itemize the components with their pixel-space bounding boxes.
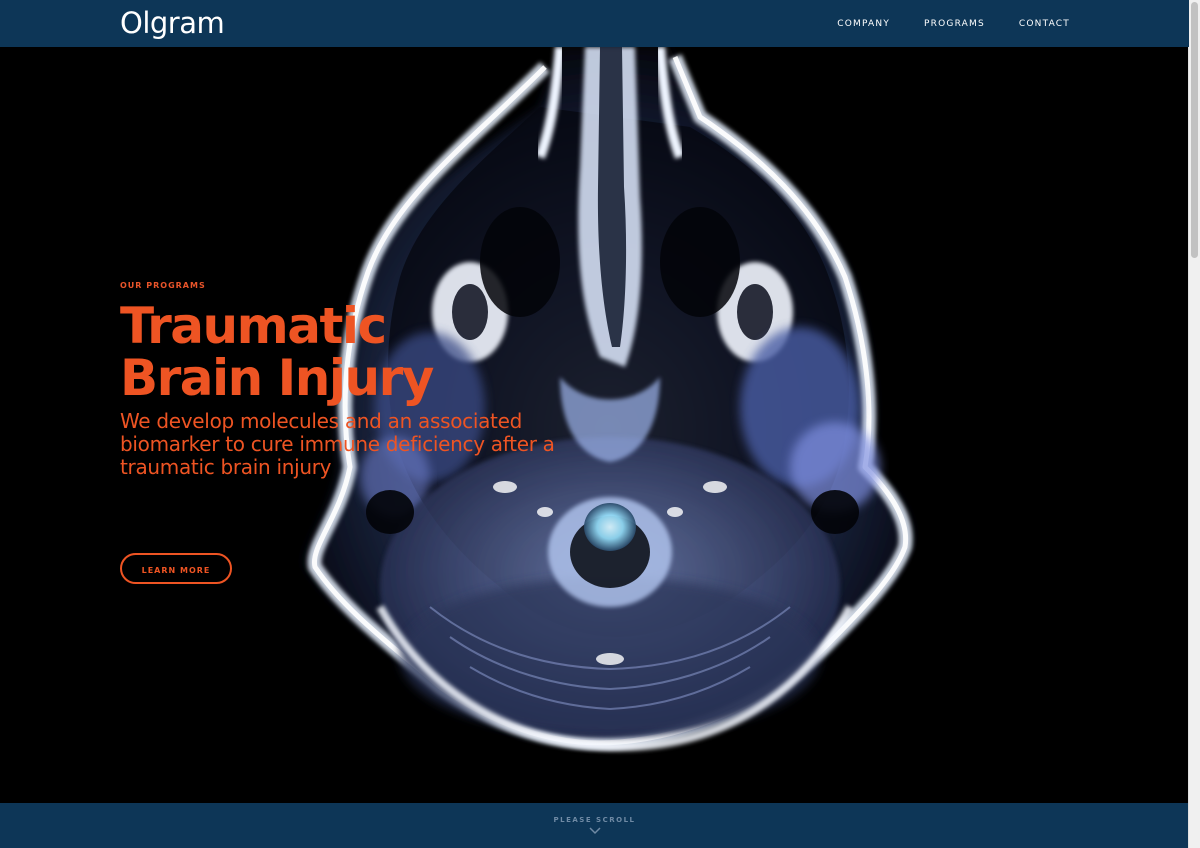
page: Olgram COMPANY PROGRAMS CONTACT OUR PROG… (0, 0, 1200, 848)
main-nav: COMPANY PROGRAMS CONTACT (837, 18, 1070, 30)
site-header: Olgram COMPANY PROGRAMS CONTACT (0, 0, 1189, 47)
chevron-down-icon[interactable] (589, 827, 601, 835)
section-eyebrow: OUR PROGRAMS (120, 281, 206, 290)
page-title: Traumatic Brain Injury (120, 300, 600, 404)
scrollbar-thumb[interactable] (1191, 2, 1198, 258)
hero-description: We develop molecules and an associated b… (120, 409, 555, 479)
scroll-label: PLEASE SCROLL (553, 816, 636, 824)
nav-company[interactable]: COMPANY (837, 18, 890, 30)
scroll-prompt-bar: PLEASE SCROLL (0, 803, 1189, 848)
logo[interactable]: Olgram (120, 6, 225, 40)
headline-line-2: Brain Injury (120, 349, 434, 407)
nav-contact[interactable]: CONTACT (1019, 18, 1070, 30)
hero-text-block: OUR PROGRAMS Traumatic Brain Injury We d… (120, 280, 600, 584)
headline-line-1: Traumatic (120, 297, 387, 355)
nav-programs[interactable]: PROGRAMS (924, 18, 985, 30)
page-scrollbar[interactable] (1188, 0, 1200, 848)
hero-section: OUR PROGRAMS Traumatic Brain Injury We d… (0, 47, 1189, 803)
learn-more-button[interactable]: LEARN MORE (120, 553, 232, 584)
